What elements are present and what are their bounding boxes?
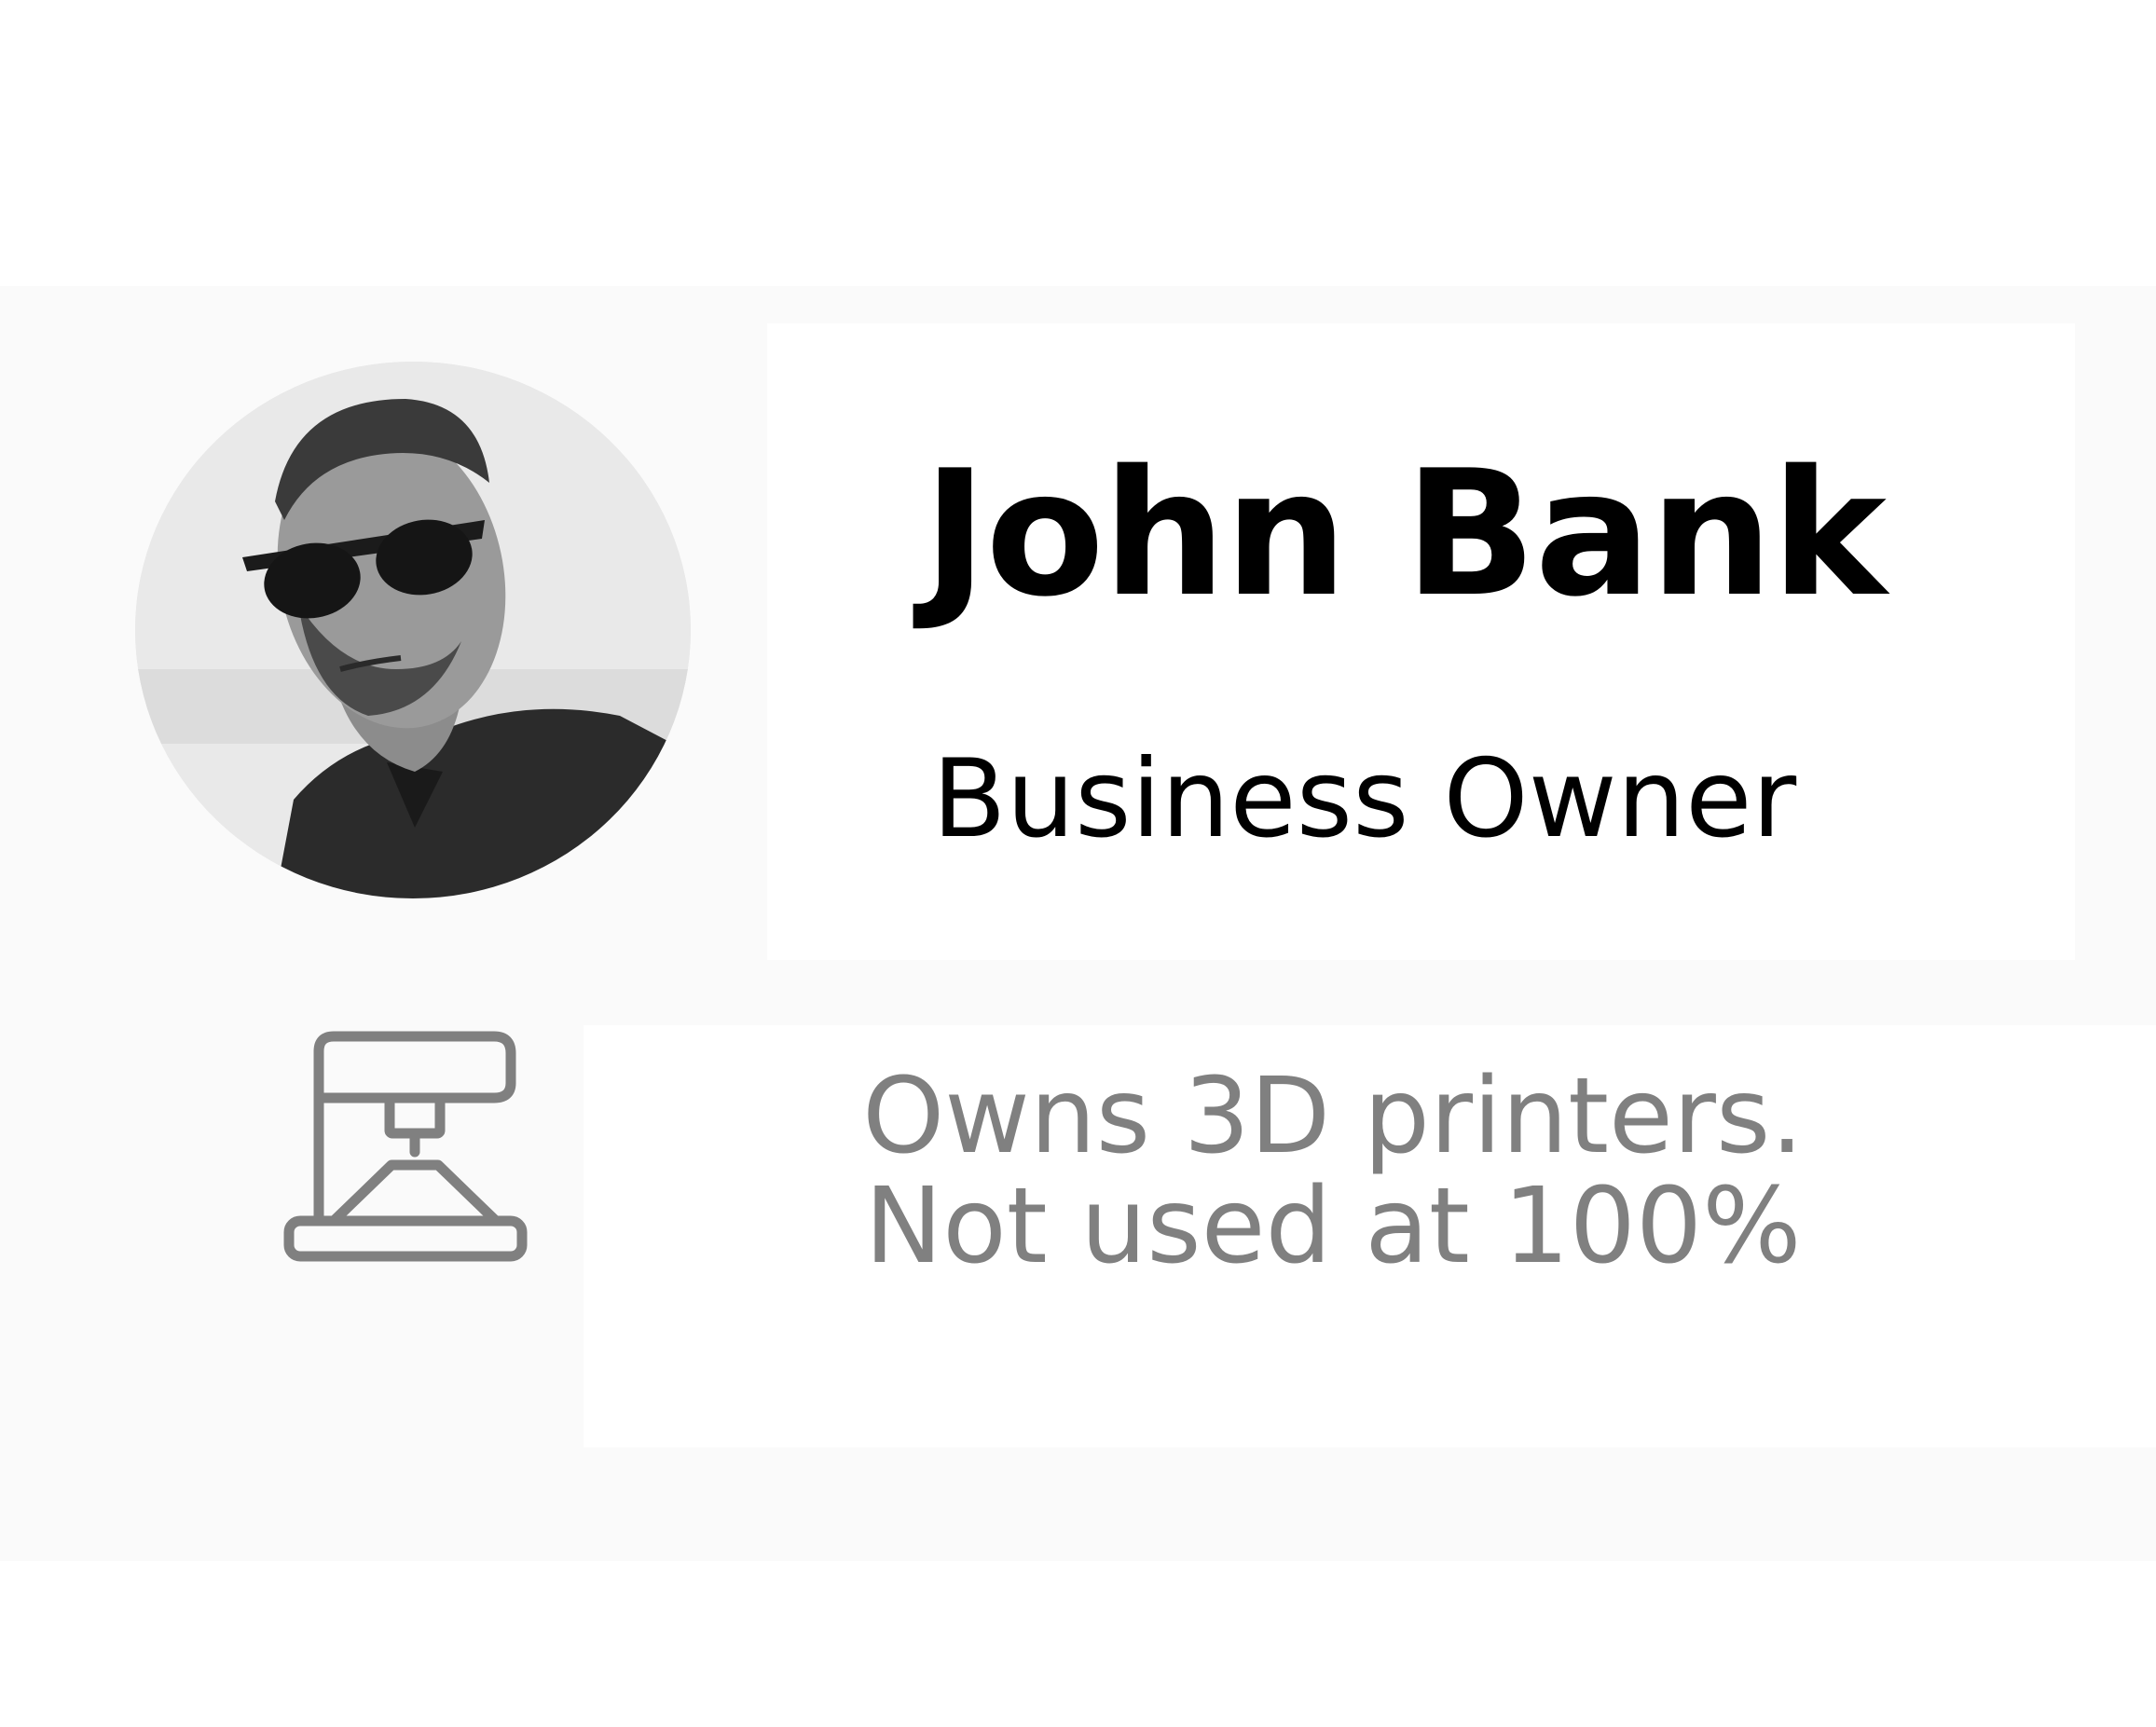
description-text: Owns 3D printers. Not used at 100% bbox=[839, 1062, 1827, 1282]
description-line-2: Not used at 100% bbox=[864, 1165, 1802, 1287]
avatar bbox=[135, 362, 691, 898]
avatar-photo bbox=[135, 362, 691, 898]
person-role: Business Owner bbox=[932, 736, 1797, 862]
name-panel bbox=[767, 323, 2075, 960]
description-line-1: Owns 3D printers. bbox=[862, 1056, 1804, 1177]
3d-printer-icon bbox=[280, 1025, 531, 1272]
person-name: John Bank bbox=[923, 432, 1887, 635]
